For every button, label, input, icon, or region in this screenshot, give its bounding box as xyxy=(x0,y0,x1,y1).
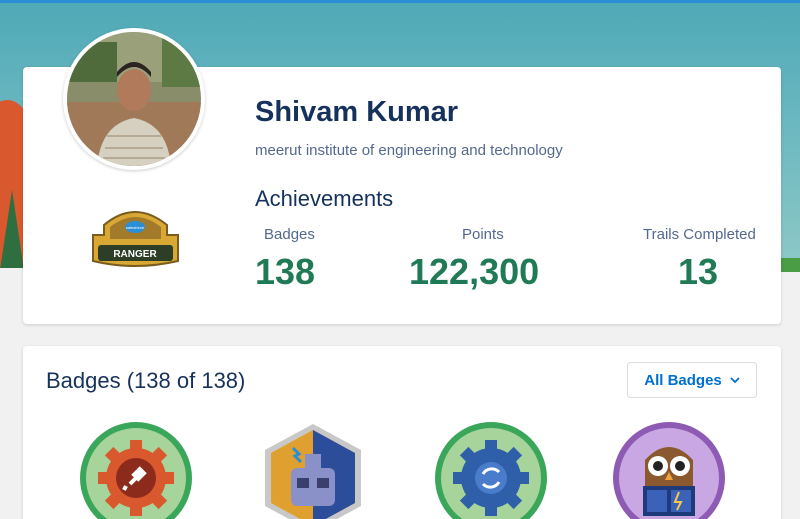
robot-hex-badge-icon[interactable] xyxy=(255,420,371,519)
badges-card: Badges (138 of 138) All Badges xyxy=(23,346,781,519)
all-badges-label: All Badges xyxy=(644,371,722,389)
stat-badges-value: 138 xyxy=(255,251,316,292)
stat-trails-value: 13 xyxy=(678,251,719,292)
badges-section-title: Badges (138 of 138) xyxy=(46,368,246,393)
stat-badges-label: Badges xyxy=(264,226,315,243)
owl-badge-icon[interactable] xyxy=(611,420,727,519)
avatar-photo xyxy=(67,32,201,166)
all-badges-dropdown[interactable]: All Badges xyxy=(627,362,757,398)
grass-decoration xyxy=(780,258,800,272)
stat-points-value: 122,300 xyxy=(409,251,540,292)
profile-school: meerut institute of engineering and tech… xyxy=(255,142,563,159)
stat-points-label: Points xyxy=(462,226,504,243)
plug-gear-badge-icon[interactable] xyxy=(78,420,194,519)
ranger-rank-icon: salesforce RANGER xyxy=(92,211,179,267)
profile-name: Shivam Kumar xyxy=(255,96,459,128)
rank-brand-text: salesforce xyxy=(126,225,145,230)
stat-trails-label: Trails Completed xyxy=(643,226,756,243)
sync-gear-badge-icon[interactable] xyxy=(433,420,549,519)
chevron-down-icon xyxy=(730,377,740,384)
rank-label: RANGER xyxy=(113,249,157,260)
achievements-title: Achievements xyxy=(255,186,394,211)
avatar[interactable] xyxy=(63,28,205,170)
